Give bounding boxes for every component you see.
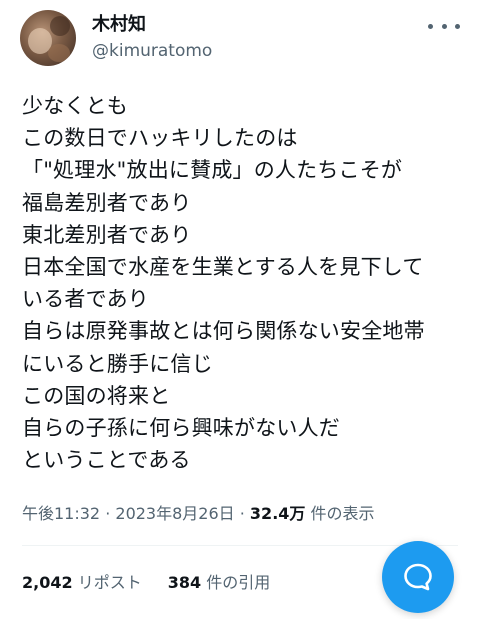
more-dots-icon bbox=[428, 23, 433, 29]
quotes-link[interactable]: 384 件の引用 bbox=[168, 573, 271, 592]
post-line: 東北差別者であり bbox=[22, 222, 192, 247]
post-line: ということである bbox=[22, 448, 191, 473]
post-text: 少なくとも この数日でハッキリしたのは 「"処理水"放出に賛成」の人たちこそが … bbox=[22, 90, 462, 476]
compose-icon bbox=[404, 563, 432, 591]
author-name[interactable]: 木村知 bbox=[92, 14, 146, 36]
post-line: 日本全国で水産を生業とする人を見下して bbox=[22, 255, 424, 280]
post-line: 自らは原発事故とは何ら関係ない安全地帯 bbox=[22, 319, 425, 344]
views-label: 件の表示 bbox=[310, 504, 375, 523]
post-line: にいると勝手に信じ bbox=[22, 351, 213, 376]
more-options-button[interactable] bbox=[428, 16, 460, 36]
reposts-link[interactable]: 2,042 リポスト bbox=[22, 573, 142, 592]
quotes-count: 384 bbox=[167, 573, 202, 592]
post-line: この国の将来と bbox=[22, 383, 171, 408]
post-line: この数日でハッキリしたのは bbox=[22, 126, 298, 151]
post-meta: 午後11:32 · 2023年8月26日 · 32.4万 件の表示 bbox=[22, 504, 375, 523]
post-line: 「"処理水"放出に賛成」の人たちこそが bbox=[22, 158, 403, 183]
post-stats: 2,042 リポスト 384 件の引用 bbox=[22, 571, 270, 595]
author-handle[interactable]: @kimuratomo bbox=[92, 40, 212, 62]
avatar[interactable] bbox=[20, 10, 76, 66]
reposts-count: 2,042 bbox=[22, 573, 73, 592]
post-line: 少なくとも bbox=[22, 94, 128, 118]
post-date[interactable]: 2023年8月26日 bbox=[115, 504, 234, 523]
quotes-label: 件の引用 bbox=[206, 573, 271, 592]
post-line: いる者であり bbox=[22, 287, 149, 312]
divider bbox=[22, 545, 458, 546]
compose-button[interactable] bbox=[382, 541, 454, 613]
reposts-label: リポスト bbox=[77, 573, 142, 592]
post-line: 福島差別者であり bbox=[22, 190, 192, 215]
post-time[interactable]: 午後11:32 bbox=[22, 504, 100, 523]
views-count: 32.4万 bbox=[249, 504, 306, 523]
post-line: 自らの子孫に何ら興味がない人だ bbox=[22, 416, 340, 441]
post-header: 木村知 @kimuratomo bbox=[0, 0, 480, 90]
